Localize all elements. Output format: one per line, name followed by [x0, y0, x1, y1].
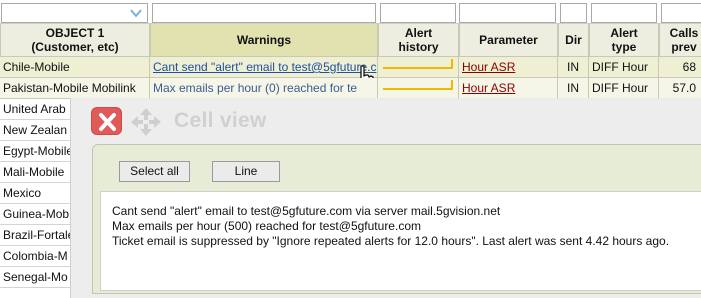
move-icon[interactable] [130, 107, 162, 137]
column-header-dir[interactable]: Dir [558, 23, 589, 57]
object-filter-select[interactable] [1, 3, 148, 23]
cell-view-title: Cell view [174, 109, 267, 132]
table-row-object: Chile-Mobile [0, 57, 150, 78]
alert-type-filter-input[interactable] [591, 3, 657, 23]
parameter-filter-input[interactable] [459, 3, 556, 23]
close-icon[interactable] [91, 107, 122, 135]
list-item: United Arab [0, 99, 71, 120]
calls-prev-filter-input[interactable] [661, 3, 701, 23]
line-button[interactable]: Line [212, 161, 280, 182]
alert-history-cell[interactable] [378, 78, 459, 99]
parameter-link[interactable]: Hour ASR [462, 81, 515, 95]
chevron-down-icon [130, 9, 142, 18]
table-row-warning: Max emails per hour (0) reached for te [150, 78, 378, 99]
table-row-alert-type: DIFF Hour [589, 78, 659, 99]
cell-view-line: Max emails per hour (500) reached for te… [112, 219, 421, 233]
column-header-calls-prev[interactable]: Calls prev [659, 23, 701, 57]
select-all-button[interactable]: Select all [119, 161, 190, 182]
alert-history-bar [383, 88, 453, 90]
table-row-dir: IN [558, 57, 589, 78]
alert-history-bar [383, 67, 453, 69]
list-item: Brazil-Fortale [0, 225, 71, 246]
alert-history-bar-cap [451, 80, 453, 90]
table-row-calls-prev: 57.0 [659, 78, 701, 99]
list-item: Mexico [0, 183, 71, 204]
close-x-glyph [99, 113, 116, 131]
list-item: Senegal-Mo [0, 267, 71, 288]
warnings-filter-input[interactable] [152, 3, 376, 23]
list-item: New Zealan [0, 120, 71, 141]
table-row-warning: Cant send "alert" email to test@5gfuture… [150, 57, 378, 78]
list-item: Mali-Mobile [0, 162, 71, 183]
table-row-parameter: Hour ASR [459, 78, 558, 99]
column-header-alert-history[interactable]: Alert history [378, 23, 459, 57]
table-row-object: Pakistan-Mobile Mobilink [0, 78, 150, 99]
cell-view-line: Ticket email is suppressed by "Ignore re… [112, 234, 670, 248]
cell-view-line: Cant send "alert" email to test@5gfuture… [112, 204, 501, 218]
alert-history-bar-cap [451, 59, 453, 69]
list-item: Colombia-M [0, 246, 71, 267]
alert-history-filter-input[interactable] [380, 3, 456, 23]
column-header-alert-type[interactable]: Alert type [589, 23, 659, 57]
warning-link[interactable]: Max emails per hour (0) reached for te [153, 81, 357, 95]
list-item: Egypt-Mobile [0, 141, 71, 162]
table-row-dir: IN [558, 78, 589, 99]
table-row-calls-prev: 68 [659, 57, 701, 78]
table-row-alert-type: DIFF Hour [589, 57, 659, 78]
warning-link[interactable]: Cant send "alert" email to test@5gfuture… [153, 60, 376, 74]
parameter-link[interactable]: Hour ASR [462, 60, 515, 74]
cell-view-text[interactable]: Cant send "alert" email to test@5gfuture… [100, 191, 701, 291]
column-header-warnings[interactable]: Warnings [150, 23, 378, 57]
alert-history-cell[interactable] [378, 57, 459, 78]
table-row-parameter: Hour ASR [459, 57, 558, 78]
dir-filter-input[interactable] [560, 3, 587, 23]
column-header-object[interactable]: OBJECT 1 (Customer, etc) [0, 23, 150, 57]
column-header-parameter[interactable]: Parameter [459, 23, 558, 57]
list-item: Guinea-Mob [0, 204, 71, 225]
